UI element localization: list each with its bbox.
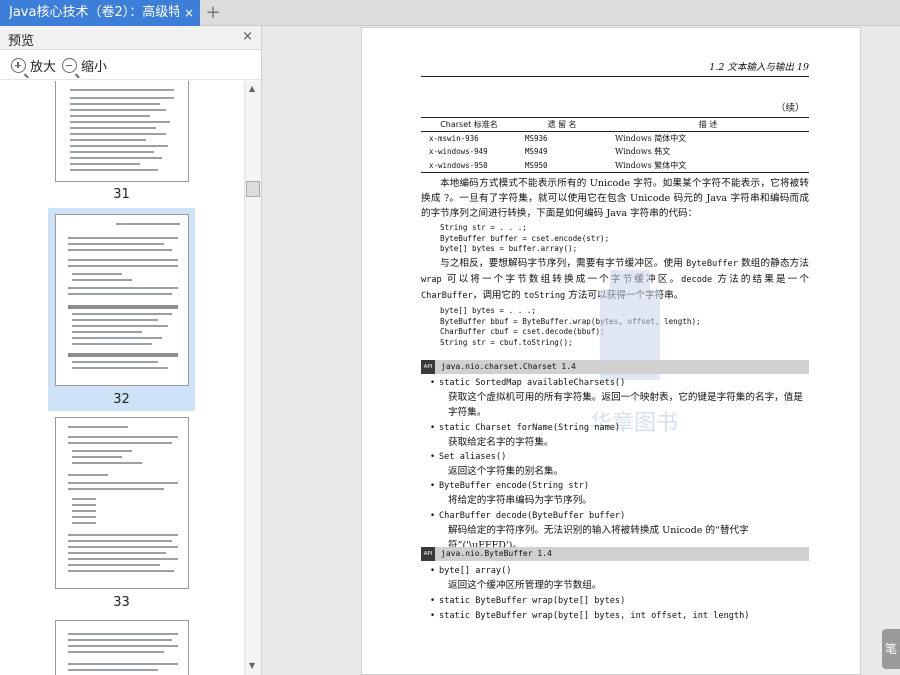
table-cell: MS950 bbox=[525, 160, 548, 170]
api-header-charset: API java.nio.charset.Charset 1.4 bbox=[421, 360, 809, 374]
zoom-out-label: 缩小 bbox=[81, 60, 108, 75]
table-cell: MS949 bbox=[525, 147, 548, 157]
zoom-toolbar: 放大 缩小 bbox=[0, 50, 261, 80]
document-page: 1.2 文本输入与输出 19 （续） Charset 标准名 遗 留 名 描 述… bbox=[361, 27, 861, 675]
code-block-encode: String str = . . .; ByteBuffer buffer = … bbox=[440, 223, 610, 253]
api-method: static Charset forName(String name) bbox=[430, 421, 620, 435]
zoom-in-icon bbox=[11, 58, 26, 73]
api-method: CharBuffer decode(ByteBuffer buffer) bbox=[430, 509, 625, 523]
new-tab-button[interactable]: + bbox=[205, 1, 221, 25]
api-method-desc: 获取这个虚拟机可用的所有字符集。返回一个映射表，它的键是字符集的名字，值是字符集… bbox=[448, 392, 803, 418]
api-method: Set aliases() bbox=[430, 450, 506, 464]
sidebar-title: 预览 bbox=[8, 34, 35, 49]
api-method: static ByteBuffer wrap(byte[] bytes, int… bbox=[430, 609, 749, 623]
api-method-desc: 获取给定名字的字符集。 bbox=[448, 437, 554, 448]
thumbnail-page-number: 31 bbox=[113, 187, 130, 202]
side-tool-button[interactable]: 笔 bbox=[882, 629, 900, 669]
thumbnail-page-33[interactable] bbox=[55, 417, 189, 589]
table-row: x-windows-950 MS950 Windows 繁体中文 bbox=[421, 159, 809, 173]
api-method: ByteBuffer encode(String str) bbox=[430, 479, 589, 493]
thumbnail-page-32[interactable] bbox=[55, 214, 189, 386]
table-cell: x-mswin-936 bbox=[429, 134, 479, 143]
api-icon: API bbox=[421, 360, 435, 374]
table-continued-label: （续） bbox=[776, 103, 805, 114]
scroll-up-icon[interactable]: ▲ bbox=[249, 84, 255, 93]
paragraph-encoding-intro: 本地编码方式模式不能表示所有的 Unicode 字符。如果某个字符不能表示，它将… bbox=[421, 178, 809, 219]
tab-title: Java核心技术（卷2）：高级特性 bbox=[9, 5, 179, 20]
table-header-row: Charset 标准名 遗 留 名 描 述 bbox=[421, 117, 809, 132]
thumbnail-page-number: 32 bbox=[113, 392, 130, 407]
zoom-out-icon bbox=[62, 58, 77, 73]
zoom-out-button[interactable]: 缩小 bbox=[62, 56, 107, 75]
api-title: java.nio.charset.Charset 1.4 bbox=[441, 362, 576, 371]
zoom-in-button[interactable]: 放大 bbox=[11, 56, 56, 75]
sidebar-close-icon[interactable]: × bbox=[242, 29, 253, 44]
tab-bar: Java核心技术（卷2）：高级特性 × + bbox=[0, 0, 900, 26]
sidebar-scrollbar[interactable]: ▲ ▼ bbox=[244, 81, 261, 675]
table-cell: x-windows-950 bbox=[429, 160, 488, 170]
api-header-bytebuffer: API java.nio.ByteBuffer 1.4 bbox=[421, 547, 809, 561]
table-header: 描 述 bbox=[607, 117, 809, 132]
table-cell: Windows 繁体中文 bbox=[615, 160, 687, 170]
table-cell: x-windows-949 bbox=[429, 147, 488, 157]
paragraph-decoding: 与之相反，要想解码字节序列，需要有字节缓冲区。使用 ByteBuffer 数组的… bbox=[421, 258, 809, 301]
scroll-down-icon[interactable]: ▼ bbox=[249, 661, 255, 670]
thumbnail-page-34[interactable] bbox=[55, 620, 189, 675]
api-icon: API bbox=[421, 547, 435, 561]
preview-sidebar: 预览 × 放大 缩小 31 32 33 ▲ ▼ bbox=[0, 26, 262, 675]
running-head: 1.2 文本输入与输出 19 bbox=[421, 59, 809, 77]
thumbnail-list: 31 32 33 bbox=[0, 81, 244, 675]
api-method-desc: 将给定的字符串编码为字节序列。 bbox=[448, 495, 592, 506]
zoom-in-label: 放大 bbox=[30, 60, 57, 75]
api-method: static SortedMap availableCharsets() bbox=[430, 376, 625, 390]
api-title: java.nio.ByteBuffer 1.4 bbox=[441, 549, 552, 558]
table-cell: MS936 bbox=[525, 134, 548, 143]
table-cell: Windows 韩文 bbox=[615, 147, 671, 157]
table-row: x-windows-949 MS949 Windows 韩文 bbox=[421, 145, 809, 159]
sidebar-header: 预览 × bbox=[0, 26, 261, 50]
api-method-desc: 返回这个缓冲区所管理的字节数组。 bbox=[448, 580, 602, 591]
code-block-decode: byte[] bytes = . . .; ByteBuffer bbuf = … bbox=[440, 306, 701, 347]
table-row: x-mswin-936 MS936 Windows 简体中文 bbox=[421, 132, 809, 146]
api-method-desc: 返回这个字符集的别名集。 bbox=[448, 466, 564, 477]
thumbnail-page-number: 33 bbox=[113, 595, 130, 610]
table-cell: Windows 简体中文 bbox=[615, 134, 687, 143]
sidebar-scroll-thumb[interactable] bbox=[246, 181, 260, 197]
api-method: byte[] array() bbox=[430, 564, 511, 578]
tab-document[interactable]: Java核心技术（卷2）：高级特性 × bbox=[0, 0, 200, 26]
thumbnail-page-31[interactable] bbox=[55, 81, 189, 182]
tab-close-icon[interactable]: × bbox=[184, 0, 194, 26]
table-header: Charset 标准名 bbox=[421, 117, 517, 132]
charset-table: Charset 标准名 遗 留 名 描 述 x-mswin-936 MS936 … bbox=[421, 117, 809, 173]
table-header: 遗 留 名 bbox=[517, 117, 607, 132]
api-method: static ByteBuffer wrap(byte[] bytes) bbox=[430, 594, 625, 608]
